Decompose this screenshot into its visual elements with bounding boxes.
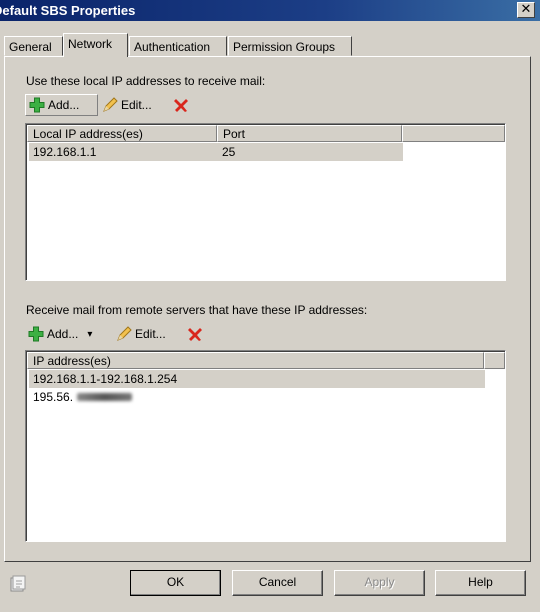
apply-label: Apply	[364, 575, 395, 589]
column-header-label: IP address(es)	[33, 354, 111, 368]
apply-button: Apply	[334, 570, 425, 596]
local-edit-button[interactable]: Edit...	[99, 94, 165, 116]
column-header-label: Port	[223, 127, 246, 141]
remote-ip-list[interactable]: IP address(es) 192.168.1.1-192.168.1.254…	[25, 350, 506, 542]
local-ip-list[interactable]: Local IP address(es) Port 192.168.1.1 25	[25, 123, 506, 281]
remote-add-button[interactable]: Add... ▾	[25, 323, 111, 345]
help-context-icon[interactable]	[9, 575, 27, 593]
remove-icon	[174, 99, 188, 112]
remove-icon	[188, 328, 202, 341]
tab-network[interactable]: Network	[63, 33, 128, 57]
help-label: Help	[468, 575, 493, 589]
edit-label: Edit...	[135, 327, 166, 341]
tab-authentication[interactable]: Authentication	[129, 36, 227, 56]
port-cell: 25	[222, 145, 236, 159]
remote-edit-button[interactable]: Edit...	[113, 323, 179, 345]
help-button[interactable]: Help	[435, 570, 526, 596]
add-label: Add...	[47, 327, 79, 341]
ip-cell: 192.168.1.1	[33, 145, 97, 159]
add-icon	[29, 97, 45, 113]
local-add-button[interactable]: Add...	[25, 94, 98, 116]
column-header-filler	[484, 352, 505, 369]
tab-label: Network	[68, 37, 113, 51]
dropdown-arrow-icon: ▾	[87, 328, 93, 340]
network-tab-panel: Use these local IP addresses to receive …	[4, 56, 531, 562]
remote-remove-button[interactable]	[184, 323, 208, 345]
table-row[interactable]: 192.168.1.1-192.168.1.254	[29, 370, 485, 388]
tab-label: General	[9, 40, 52, 54]
table-row[interactable]: 192.168.1.1 25	[29, 143, 403, 161]
cancel-label: Cancel	[258, 575, 297, 589]
edit-icon	[117, 326, 132, 341]
local-ip-heading: Use these local IP addresses to receive …	[26, 74, 266, 88]
ip-cell: 195.56.	[33, 390, 74, 404]
tab-label: Permission Groups	[233, 40, 336, 54]
table-row[interactable]: 195.56.	[29, 388, 485, 406]
tab-label: Authentication	[134, 40, 211, 54]
edit-label: Edit...	[121, 98, 152, 112]
window-title: Default SBS Properties	[0, 3, 136, 18]
column-header-port[interactable]: Port	[217, 125, 402, 142]
close-icon: ✕	[520, 2, 532, 17]
edit-icon	[103, 97, 118, 112]
ok-label: OK	[166, 575, 185, 589]
title-bar: Default SBS Properties ✕	[0, 0, 540, 21]
tab-permission-groups[interactable]: Permission Groups	[228, 36, 352, 56]
cancel-button[interactable]: Cancel	[232, 570, 323, 596]
ok-button[interactable]: OK	[130, 570, 221, 596]
column-header-ip[interactable]: IP address(es)	[27, 352, 484, 369]
column-header-filler	[402, 125, 505, 142]
ip-cell: 192.168.1.1-192.168.1.254	[33, 372, 178, 386]
close-button[interactable]: ✕	[517, 2, 535, 18]
add-icon	[28, 326, 44, 342]
column-header-label: Local IP address(es)	[33, 127, 143, 141]
local-remove-button[interactable]	[170, 94, 194, 116]
tab-general[interactable]: General	[4, 36, 63, 56]
column-header-local-ip[interactable]: Local IP address(es)	[27, 125, 217, 142]
redacted-mark	[77, 393, 132, 401]
remote-ip-heading: Receive mail from remote servers that ha…	[26, 303, 368, 317]
add-label: Add...	[48, 98, 80, 112]
